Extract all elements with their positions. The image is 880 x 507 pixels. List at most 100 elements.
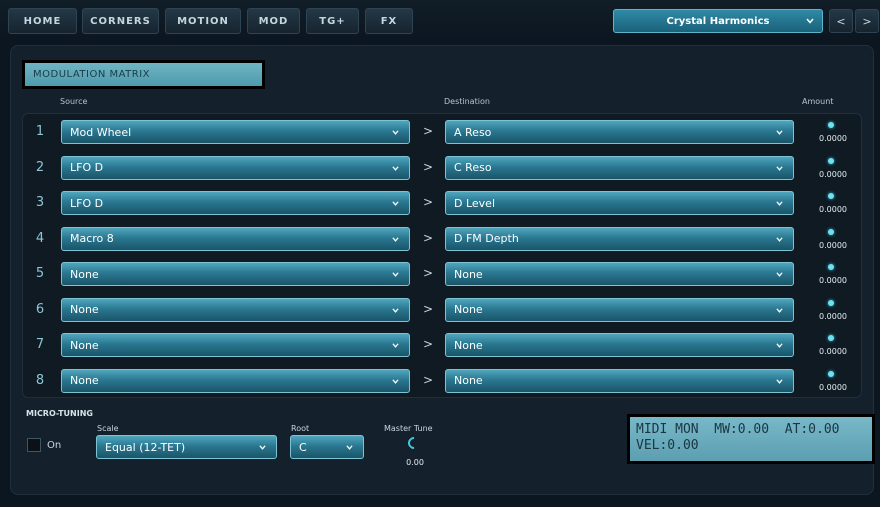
amount-knob[interactable] <box>828 122 834 128</box>
prev-preset-button[interactable]: < <box>829 9 853 33</box>
destination-dropdown[interactable]: None <box>445 333 794 357</box>
amount-knob[interactable] <box>828 157 834 164</box>
preset-name: Crystal Harmonics <box>666 15 770 27</box>
amount-value: 0.0000 <box>819 382 847 392</box>
scale-label: Scale <box>97 424 119 433</box>
row-number: 4 <box>35 230 45 246</box>
chevron-down-icon <box>776 378 783 384</box>
source-value: None <box>70 338 99 352</box>
master-tune-label: Master Tune <box>384 424 433 433</box>
route-arrow: > <box>423 124 434 138</box>
destination-header: Destination <box>444 97 490 106</box>
destination-dropdown[interactable]: None <box>445 297 794 322</box>
destination-dropdown[interactable]: C Reso <box>445 155 794 180</box>
root-label: Root <box>291 424 310 433</box>
tuning-on-checkbox[interactable] <box>27 438 41 452</box>
next-preset-button[interactable]: > <box>855 9 879 33</box>
chevron-down-icon <box>776 343 783 348</box>
chevron-down-icon <box>776 201 783 206</box>
chevron-down-icon <box>776 272 783 277</box>
amount-knob[interactable] <box>828 335 834 341</box>
midi-monitor-display: MIDI MON MW:0.00 AT:0.00 VEL:0.00 <box>627 414 875 464</box>
modulation-matrix-title: MODULATION MATRIX <box>22 60 265 89</box>
tab-label: TG+ <box>319 15 346 27</box>
amount-knob[interactable] <box>828 299 834 306</box>
matrix-row: 5 None > None 0.0000 <box>23 262 863 290</box>
source-value: None <box>70 374 99 387</box>
amount-value: 0.0000 <box>819 134 847 143</box>
source-dropdown[interactable]: None <box>61 333 410 357</box>
source-value: None <box>70 303 99 316</box>
tab-label: CORNERS <box>90 15 151 27</box>
preset-selector[interactable]: Crystal Harmonics <box>613 9 823 33</box>
destination-value: A Reso <box>454 125 492 139</box>
amount-value: 0.0000 <box>819 205 847 214</box>
chevron-down-icon <box>392 378 399 384</box>
matrix-row: 3 LFO D > D Level 0.0000 <box>23 191 863 219</box>
row-number: 1 <box>35 124 45 139</box>
destination-value: None <box>454 374 483 387</box>
route-arrow: > <box>423 372 434 387</box>
source-dropdown[interactable]: Macro 8 <box>61 226 410 251</box>
route-arrow: > <box>423 301 434 316</box>
source-dropdown[interactable]: LFO D <box>61 155 410 180</box>
route-arrow: > <box>423 159 434 174</box>
destination-dropdown[interactable]: None <box>445 262 794 286</box>
destination-dropdown[interactable]: A Reso <box>445 120 794 144</box>
amount-knob[interactable] <box>828 228 834 235</box>
chevron-down-icon <box>392 307 399 313</box>
tab-home[interactable]: HOME <box>8 8 77 34</box>
prev-label: < <box>836 14 846 28</box>
source-value: Mod Wheel <box>70 125 132 139</box>
amount-value: 0.0000 <box>819 240 847 250</box>
top-nav-bar: HOME CORNERS MOTION MOD TG+ FX Crystal H… <box>0 0 880 40</box>
matrix-row: 4 Macro 8 > D FM Depth 0.0000 <box>23 226 863 255</box>
amount-value: 0.0000 <box>819 347 847 356</box>
micro-tuning-title: MICRO-TUNING <box>26 409 93 418</box>
route-arrow: > <box>423 230 434 245</box>
route-arrow: > <box>423 266 434 280</box>
destination-value: C Reso <box>454 161 492 174</box>
amount-knob[interactable] <box>828 370 834 377</box>
scale-dropdown[interactable]: Equal (12-TET) <box>96 435 277 459</box>
source-dropdown[interactable]: None <box>61 297 410 322</box>
chevron-down-icon <box>392 130 399 135</box>
tab-label: MOD <box>258 15 289 27</box>
tab-motion[interactable]: MOTION <box>165 8 241 34</box>
matrix-row: 7 None > None 0.0000 <box>23 333 863 361</box>
row-number: 7 <box>35 337 45 352</box>
next-label: > <box>862 14 872 28</box>
source-dropdown[interactable]: LFO D <box>61 191 410 215</box>
destination-dropdown[interactable]: D Level <box>445 191 794 215</box>
midi-monitor-line-1: MIDI MON MW:0.00 AT:0.00 <box>636 422 840 437</box>
source-dropdown[interactable]: None <box>61 368 410 393</box>
destination-value: None <box>454 267 483 281</box>
destination-value: D Level <box>454 196 496 210</box>
chevron-down-icon <box>806 18 814 24</box>
destination-dropdown[interactable]: D FM Depth <box>445 226 794 251</box>
destination-value: D FM Depth <box>454 232 519 245</box>
source-dropdown[interactable]: None <box>61 262 410 286</box>
amount-knob[interactable] <box>828 264 834 270</box>
matrix-row: 6 None > None 0.0000 <box>23 297 863 326</box>
midi-monitor-line-2: VEL:0.00 <box>636 438 699 453</box>
amount-value: 0.0000 <box>819 169 847 179</box>
source-dropdown[interactable]: Mod Wheel <box>61 120 410 144</box>
tab-mod[interactable]: MOD <box>247 8 300 34</box>
tab-corners[interactable]: CORNERS <box>82 8 159 34</box>
route-arrow: > <box>423 195 434 209</box>
tab-fx[interactable]: FX <box>365 8 413 34</box>
micro-tuning-section: MICRO-TUNING On Scale Equal (12-TET) Roo… <box>22 400 875 482</box>
amount-knob[interactable] <box>828 193 834 199</box>
section-title-text: MODULATION MATRIX <box>25 63 262 86</box>
chevron-down-icon <box>392 236 399 242</box>
chevron-down-icon <box>259 445 266 450</box>
master-tune-knob[interactable] <box>405 434 423 452</box>
chevron-down-icon <box>392 272 399 277</box>
destination-value: None <box>454 303 483 316</box>
tab-tg-plus[interactable]: TG+ <box>306 8 359 34</box>
source-value: LFO D <box>70 196 104 210</box>
tab-label: HOME <box>23 15 62 27</box>
root-dropdown[interactable]: C <box>290 435 364 459</box>
destination-dropdown[interactable]: None <box>445 368 794 393</box>
